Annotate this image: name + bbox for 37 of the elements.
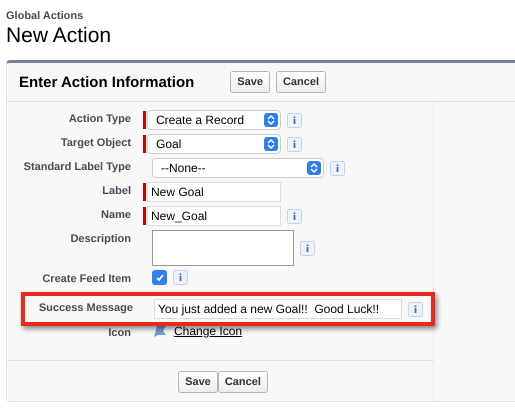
section-title: Enter Action Information	[19, 74, 194, 90]
action-button[interactable]: Cancel	[276, 71, 326, 93]
field-label: Label	[102, 184, 131, 197]
info-icon[interactable]	[173, 270, 188, 285]
up-down-arrows-icon	[264, 113, 278, 127]
field-label: Icon	[108, 326, 131, 339]
info-icon[interactable]	[330, 160, 345, 176]
info-icon[interactable]	[287, 136, 302, 152]
action-button[interactable]: Save	[230, 71, 270, 93]
info-icon[interactable]	[287, 208, 302, 224]
field-label: Name	[101, 208, 131, 221]
change-icon-link[interactable]: Change Icon	[174, 324, 242, 338]
text-field[interactable]: You just added a new Goal!! Good Luck!!	[154, 299, 402, 319]
action-button[interactable]: Cancel	[218, 371, 268, 393]
field-label: Action Type	[68, 112, 131, 125]
breadcrumb: Global Actions	[6, 10, 84, 22]
field-label: Success Message	[38, 301, 133, 314]
select-field[interactable]: Goal	[147, 134, 281, 154]
up-down-arrows-icon	[264, 137, 278, 151]
flag-icon	[152, 324, 168, 338]
text-field[interactable]: New_Goal	[147, 206, 281, 226]
checkmark-icon	[154, 272, 164, 282]
field-label: Target Object	[60, 136, 131, 149]
field-label: Description	[70, 232, 131, 245]
up-down-arrows-icon	[307, 161, 321, 175]
info-icon[interactable]	[287, 112, 302, 128]
action-button[interactable]: Save	[178, 371, 218, 393]
field-label: Standard Label Type	[24, 160, 131, 173]
checkbox[interactable]	[152, 270, 167, 285]
select-field[interactable]: Create a Record	[147, 110, 281, 130]
description-field[interactable]	[152, 230, 294, 266]
text-field[interactable]: New Goal	[147, 182, 281, 202]
info-icon[interactable]	[300, 240, 315, 256]
page-title: New Action	[6, 24, 112, 48]
field-label: Create Feed Item	[42, 272, 131, 285]
info-icon[interactable]	[408, 302, 423, 316]
select-field[interactable]: --None--	[152, 158, 324, 178]
